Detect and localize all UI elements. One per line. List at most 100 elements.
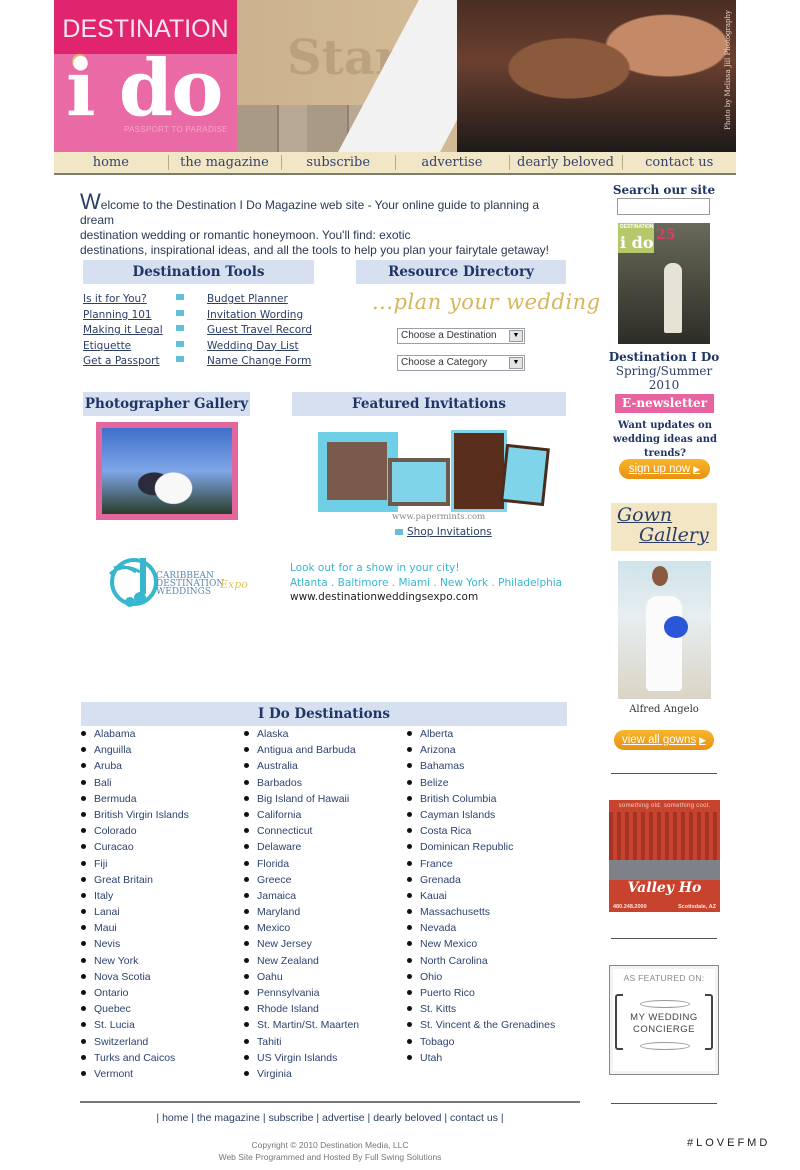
tool-link-invitation-wording[interactable]: Invitation Wording <box>207 308 312 324</box>
tool-link-guest-travel-record[interactable]: Guest Travel Record <box>207 323 312 339</box>
destination-link[interactable]: Costa Rica <box>407 823 555 839</box>
destination-link[interactable]: Pennsylvania <box>244 985 359 1001</box>
my-wedding-concierge-badge[interactable]: AS FEATURED ON: MY WEDDING CONCIERGE <box>609 965 719 1075</box>
destination-link[interactable]: US Virgin Islands <box>244 1050 359 1066</box>
destination-link[interactable]: Tobago <box>407 1034 555 1050</box>
tool-link-etiquette[interactable]: Etiquette <box>83 339 163 355</box>
destination-link[interactable]: Curacao <box>81 839 189 855</box>
nav-advertise[interactable]: advertise <box>395 152 509 173</box>
destination-link[interactable]: Puerto Rico <box>407 985 555 1001</box>
destination-link[interactable]: Colorado <box>81 823 189 839</box>
valley-ho-ad[interactable]: something old. something cool. Valley Ho… <box>609 800 720 912</box>
dropdown-arrow-icon[interactable]: ▼ <box>509 357 523 369</box>
footer-link-dearly-beloved[interactable]: dearly beloved <box>373 1112 441 1124</box>
destination-link[interactable]: British Columbia <box>407 791 555 807</box>
view-all-gowns-button[interactable]: view all gowns ▶ <box>614 730 714 750</box>
destination-link[interactable]: Ohio <box>407 969 555 985</box>
destination-link[interactable]: Alaska <box>244 726 359 742</box>
destination-link[interactable]: New York <box>81 953 189 969</box>
footer-link-advertise[interactable]: advertise <box>322 1112 365 1124</box>
destination-link[interactable]: France <box>407 856 555 872</box>
destination-link[interactable]: Turks and Caicos <box>81 1050 189 1066</box>
destination-link[interactable]: Vermont <box>81 1066 189 1082</box>
footer-link-the-magazine[interactable]: the magazine <box>197 1112 260 1124</box>
footer-link-contact-us[interactable]: contact us <box>450 1112 498 1124</box>
nav-subscribe[interactable]: subscribe <box>281 152 395 173</box>
destination-link[interactable]: Alberta <box>407 726 555 742</box>
destination-link[interactable]: Utah <box>407 1050 555 1066</box>
destination-link[interactable]: Aruba <box>81 758 189 774</box>
destination-link[interactable]: St. Martin/St. Maarten <box>244 1017 359 1033</box>
destination-link[interactable]: Belize <box>407 775 555 791</box>
destination-link[interactable]: New Mexico <box>407 936 555 952</box>
destination-link[interactable]: North Carolina <box>407 953 555 969</box>
destination-link[interactable]: Arizona <box>407 742 555 758</box>
destination-link[interactable]: Massachusetts <box>407 904 555 920</box>
destination-link[interactable]: Kauai <box>407 888 555 904</box>
destination-link[interactable]: St. Kitts <box>407 1001 555 1017</box>
destination-select[interactable]: Choose a Destination ▼ <box>397 328 525 344</box>
destination-link[interactable]: Maryland <box>244 904 359 920</box>
footer-link-subscribe[interactable]: subscribe <box>269 1112 314 1124</box>
destination-link[interactable]: Florida <box>244 856 359 872</box>
destination-link[interactable]: Oahu <box>244 969 359 985</box>
expo-url[interactable]: www.destinationweddingsexpo.com <box>290 590 562 605</box>
nav-dearly-beloved[interactable]: dearly beloved <box>508 152 623 173</box>
magazine-cover[interactable]: DESTINATION i do 25 <box>618 223 710 344</box>
destination-link[interactable]: Nevis <box>81 936 189 952</box>
sign-up-button[interactable]: sign up now ▶ <box>619 459 710 479</box>
destination-link[interactable]: Bahamas <box>407 758 555 774</box>
tool-link-budget-planner[interactable]: Budget Planner <box>207 292 312 308</box>
destination-link[interactable]: Alabama <box>81 726 189 742</box>
destination-link[interactable]: Maui <box>81 920 189 936</box>
tool-link-wedding-day-list[interactable]: Wedding Day List <box>207 339 312 355</box>
tool-link-is-it-for-you[interactable]: Is it for You? <box>83 292 163 308</box>
tool-link-planning-101[interactable]: Planning 101 <box>83 308 163 324</box>
destination-link[interactable]: Tahiti <box>244 1034 359 1050</box>
gown-photo[interactable] <box>618 561 711 699</box>
search-input[interactable] <box>617 198 710 215</box>
tool-link-name-change-form[interactable]: Name Change Form <box>207 354 312 370</box>
featured-invitations-image[interactable] <box>318 430 550 514</box>
destination-link[interactable]: Greece <box>244 872 359 888</box>
destination-link[interactable]: Nova Scotia <box>81 969 189 985</box>
destination-link[interactable]: Barbados <box>244 775 359 791</box>
destination-link[interactable]: New Jersey <box>244 936 359 952</box>
site-logo[interactable]: DESTINATION i do PASSPORT TO PARADISE <box>54 0 237 152</box>
nav-the-magazine[interactable]: the magazine <box>167 152 282 173</box>
destination-link[interactable]: Connecticut <box>244 823 359 839</box>
destination-link[interactable]: Jamaica <box>244 888 359 904</box>
destination-link[interactable]: St. Vincent & the Grenadines <box>407 1017 555 1033</box>
destination-link[interactable]: New Zealand <box>244 953 359 969</box>
destination-link[interactable]: Rhode Island <box>244 1001 359 1017</box>
footer-link-home[interactable]: home <box>162 1112 188 1124</box>
destination-link[interactable]: Mexico <box>244 920 359 936</box>
destination-link[interactable]: Nevada <box>407 920 555 936</box>
destination-link[interactable]: Quebec <box>81 1001 189 1017</box>
destination-link[interactable]: Bermuda <box>81 791 189 807</box>
photographer-gallery-image[interactable] <box>96 422 238 520</box>
destination-link[interactable]: Grenada <box>407 872 555 888</box>
nav-contact-us[interactable]: contact us <box>622 152 736 173</box>
destination-link[interactable]: Australia <box>244 758 359 774</box>
destination-link[interactable]: St. Lucia <box>81 1017 189 1033</box>
destination-link[interactable]: Big Island of Hawaii <box>244 791 359 807</box>
destination-link[interactable]: Anguilla <box>81 742 189 758</box>
destination-link[interactable]: Dominican Republic <box>407 839 555 855</box>
category-select[interactable]: Choose a Category ▼ <box>397 355 525 371</box>
gown-gallery-banner[interactable]: Gown Gallery <box>611 503 717 551</box>
tool-link-get-a-passport[interactable]: Get a Passport <box>83 354 163 370</box>
destination-link[interactable]: British Virgin Islands <box>81 807 189 823</box>
destination-link[interactable]: Fiji <box>81 856 189 872</box>
destination-link[interactable]: Switzerland <box>81 1034 189 1050</box>
destination-link[interactable]: Cayman Islands <box>407 807 555 823</box>
destination-link[interactable]: Bali <box>81 775 189 791</box>
dropdown-arrow-icon[interactable]: ▼ <box>509 330 523 342</box>
destination-link[interactable]: Great Britain <box>81 872 189 888</box>
nav-home[interactable]: home <box>54 152 168 173</box>
tool-link-making-it-legal[interactable]: Making it Legal <box>83 323 163 339</box>
destination-link[interactable]: Virginia <box>244 1066 359 1082</box>
caribbean-expo-logo[interactable]: CARIBBEAN DESTINATION WEDDINGS Expo <box>100 552 260 614</box>
destination-link[interactable]: Ontario <box>81 985 189 1001</box>
shop-invitations-link[interactable]: Shop Invitations <box>407 526 492 538</box>
